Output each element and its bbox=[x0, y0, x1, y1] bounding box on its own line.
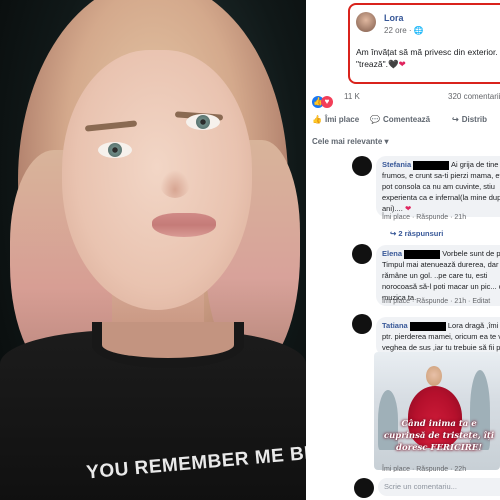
comment-button[interactable]: 💬 Comentează bbox=[370, 115, 430, 124]
comment-composer: Scrie un comentariu... bbox=[306, 472, 500, 500]
comment-filter[interactable]: Cele mai relevante ▾ bbox=[306, 132, 500, 152]
author-avatar[interactable] bbox=[356, 12, 376, 32]
reaction-icons[interactable]: 👍 ♥ bbox=[312, 91, 333, 109]
heart-emoji: ❤ bbox=[404, 204, 412, 213]
girl-head bbox=[426, 366, 442, 386]
post-actions: 👍 Îmi place 💬 Comentează ↪ Distrib bbox=[306, 108, 500, 133]
nose bbox=[160, 170, 190, 198]
share-label: Distrib bbox=[461, 115, 488, 124]
reaction-count[interactable]: 11 K bbox=[344, 92, 360, 101]
eye-right bbox=[186, 114, 220, 130]
comment-count[interactable]: 320 comentarii bbox=[448, 92, 500, 101]
hearts-emoji: 🖤❤ bbox=[388, 59, 406, 69]
comment-time[interactable]: 21h bbox=[454, 214, 466, 221]
commenter-avatar[interactable] bbox=[352, 156, 372, 176]
commenter-avatar[interactable] bbox=[352, 314, 372, 334]
comment-like-link[interactable]: Îmi place bbox=[382, 298, 410, 305]
comment-input-placeholder: Scrie un comentariu... bbox=[384, 482, 457, 491]
like-button[interactable]: 👍 Îmi place bbox=[312, 115, 359, 124]
comments-list: Stefania Ai grija de tine co frumos, e c… bbox=[306, 152, 500, 500]
post-text-line1: Am învățat să mă privesc din exterior. l… bbox=[356, 47, 500, 57]
share-icon: ↪ bbox=[452, 115, 459, 124]
post-highlight-box: Lora 22 ore · 🌐 Am învățat să mă privesc… bbox=[348, 3, 500, 84]
post-text: Am învățat să mă privesc din exterior. l… bbox=[356, 46, 500, 70]
lips bbox=[152, 213, 216, 237]
author-name[interactable]: Lora bbox=[384, 13, 404, 23]
comment-like-link[interactable]: Îmi place bbox=[382, 214, 410, 221]
globe-icon: 🌐 bbox=[413, 26, 424, 35]
post-time[interactable]: 22 ore · 🌐 bbox=[384, 26, 424, 35]
thumbs-up-icon: 👍 bbox=[312, 115, 322, 124]
comment-reply-link[interactable]: Răspunde bbox=[416, 214, 448, 221]
comment-bubble: Tatiana Lora dragă ,îmi pare ptr. pierde… bbox=[376, 317, 500, 356]
selfie-photo: YOU REMEMBER ME BEAUTY bbox=[0, 0, 306, 500]
comment-filter-label: Cele mai relevante ▾ bbox=[312, 137, 389, 146]
comment-meta: Îmi place · Răspunde · 21h bbox=[382, 214, 467, 221]
comment-icon: 💬 bbox=[370, 115, 380, 124]
comment-reply-link[interactable]: Răspunde bbox=[416, 298, 448, 305]
commenter-name[interactable]: Tatiana bbox=[382, 321, 408, 330]
comment-bubble: Elena Vorbele sunt de prisos Timpul mai … bbox=[376, 245, 500, 306]
eye-left bbox=[98, 142, 132, 158]
shirt-collar bbox=[92, 322, 244, 368]
love-reaction-icon: ♥ bbox=[321, 96, 333, 108]
comment-input[interactable]: Scrie un comentariu... bbox=[378, 478, 500, 496]
sticker-caption: Când inima ta e cuprinsă de tristețe, îț… bbox=[383, 419, 495, 453]
share-button[interactable]: ↪ Distrib bbox=[452, 115, 487, 124]
comment-time[interactable]: 21h bbox=[454, 298, 466, 305]
view-replies-link[interactable]: ↪ 2 răspunsuri bbox=[390, 229, 443, 238]
post-time-text: 22 ore · bbox=[384, 26, 412, 35]
commenter-name[interactable]: Stefania bbox=[382, 160, 411, 169]
like-label: Îmi place bbox=[324, 115, 360, 124]
comment-edited[interactable]: · Editat bbox=[468, 298, 490, 305]
commenter-name[interactable]: Elena bbox=[382, 249, 402, 258]
comment-bubble: Stefania Ai grija de tine co frumos, e c… bbox=[376, 156, 500, 217]
face bbox=[62, 50, 252, 310]
user-avatar bbox=[354, 478, 374, 498]
redacted-surname bbox=[413, 160, 450, 170]
redacted-surname bbox=[404, 249, 441, 259]
facebook-post-panel: Lora 22 ore · 🌐 Am învățat să mă privesc… bbox=[306, 0, 500, 500]
commenter-avatar[interactable] bbox=[352, 244, 372, 264]
post-header: Lora 22 ore · 🌐 Am învățat să mă privesc… bbox=[306, 0, 500, 86]
comment-sticker-image[interactable]: Când inima ta e cuprinsă de tristețe, îț… bbox=[374, 352, 500, 470]
comment-label: Comentează bbox=[382, 115, 431, 124]
redacted-surname bbox=[409, 321, 446, 331]
post-text-line2: "trează". bbox=[356, 59, 389, 69]
reactions-bar: 👍 ♥ 11 K 320 comentarii bbox=[306, 86, 500, 109]
comment-meta: Îmi place · Răspunde · 21h · Editat bbox=[382, 298, 491, 305]
